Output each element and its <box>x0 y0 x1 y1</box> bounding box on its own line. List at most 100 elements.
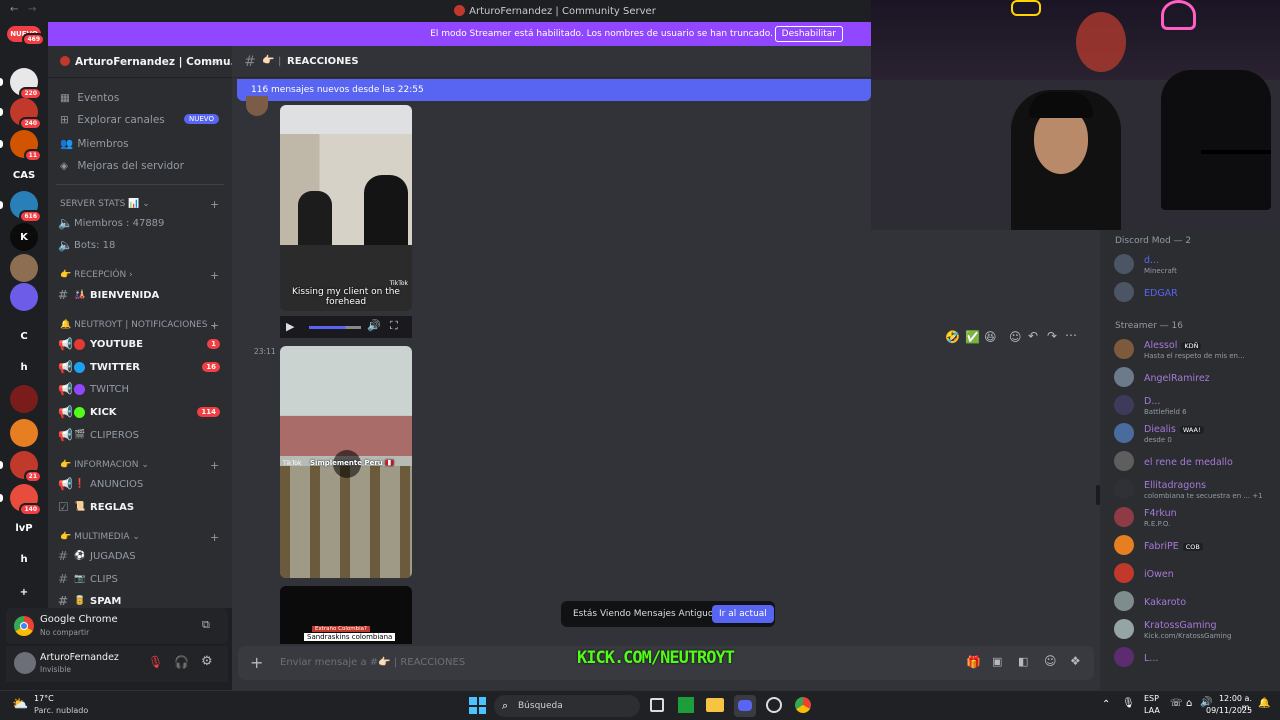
add-channel-icon[interactable]: + <box>210 319 219 332</box>
add-channel-icon[interactable]: + <box>210 459 219 472</box>
fullscreen-icon[interactable]: ⛶ <box>390 319 398 333</box>
windows-start-icon[interactable] <box>469 697 486 714</box>
apps-icon[interactable]: ❖ <box>1070 654 1081 668</box>
channel-bots-stat[interactable]: 🔈 Bots: 18 <box>58 235 224 255</box>
server-icon[interactable]: CAS <box>10 161 38 189</box>
member-item[interactable]: Ellitadragons colombiana te secuestra en … <box>1114 477 1276 501</box>
mic-muted-icon[interactable]: 🎙 <box>148 655 163 669</box>
nav-server-boosts[interactable]: ◈ Mejoras del servidor <box>60 160 184 172</box>
avatar[interactable] <box>14 652 36 674</box>
video-attachment[interactable]: Kissing my client on the forehead TikTok <box>280 105 412 311</box>
check-emoji-icon[interactable]: ✅ <box>965 330 980 344</box>
chrome-taskbar-icon[interactable] <box>795 697 811 713</box>
category-multimedia[interactable]: 👉 MULTIMEDIA ⌄ + <box>60 531 219 544</box>
message-input[interactable]: Enviar mensaje a #👉🏻 | REACCIONES <box>280 657 580 668</box>
more-icon[interactable]: ⋯ <box>1065 328 1077 342</box>
nav-members[interactable]: 👥 Miembros <box>60 137 129 150</box>
new-messages-bar[interactable]: 116 mensajes nuevos desde las 22:55 <box>237 79 871 101</box>
weather-icon[interactable]: ⛅ <box>12 697 28 712</box>
member-item[interactable]: Alessol KDÑ Hasta el respeto de mis en... <box>1114 337 1276 361</box>
channel-kick[interactable]: 📢 KICK 114 <box>58 402 224 422</box>
server-icon[interactable] <box>10 385 38 413</box>
server-icon[interactable]: NUEVO469 <box>7 26 45 46</box>
server-icon[interactable]: 616 <box>0 191 42 223</box>
gear-icon[interactable]: ⚙ <box>201 654 213 669</box>
gif-icon[interactable]: ▣ <box>992 655 1002 668</box>
server-icon[interactable]: h <box>10 353 38 381</box>
jump-to-present-button[interactable]: Ir al actual <box>712 605 774 623</box>
server-icon[interactable]: + <box>10 578 38 606</box>
member-item[interactable]: d... Minecraft <box>1114 252 1276 276</box>
channel-anuncios[interactable]: 📢 ❗ ANUNCIOS <box>58 474 224 494</box>
channel-cliperos[interactable]: 📢 🎬 CLIPEROS <box>58 425 224 445</box>
add-channel-icon[interactable]: + <box>210 531 219 544</box>
notification-bell-icon[interactable]: 🔔 <box>1258 698 1270 709</box>
channel-reglas[interactable]: ☑ 📜 REGLAS <box>58 497 224 517</box>
category-informacion[interactable]: 👉 INFORMACION ⌄ + <box>60 459 219 472</box>
add-channel-icon[interactable]: + <box>210 198 219 211</box>
server-icon[interactable]: 21 <box>0 451 42 483</box>
discord-taskbar-icon[interactable] <box>734 695 756 717</box>
server-icon[interactable]: 240 <box>0 98 42 130</box>
server-icon[interactable]: C <box>10 322 38 350</box>
channel-clips[interactable]: # 📷 CLIPS <box>58 569 224 589</box>
progress-bar[interactable] <box>309 326 361 329</box>
phone-icon[interactable]: ☏ <box>1170 698 1183 709</box>
video-attachment[interactable]: Extraño Colombia? Sandraskins colombiana <box>280 586 412 644</box>
headphones-deafened-icon[interactable]: 🎧 <box>174 655 189 669</box>
member-item[interactable]: F4rkun R.E.P.O. <box>1114 505 1276 529</box>
member-item[interactable]: KratossGaming Kick.com/KratossGaming <box>1114 617 1276 641</box>
play-icon[interactable]: ▶ <box>286 320 294 333</box>
channel-twitch[interactable]: 📢 TWITCH <box>58 379 224 399</box>
server-icon[interactable]: 140 <box>0 484 42 516</box>
video-attachment[interactable]: Simplemente Perú 🇵🇪 TikTok <box>280 346 412 578</box>
member-item[interactable]: AngelRamirez <box>1114 365 1276 389</box>
member-item[interactable]: D... Battlefield 6 <box>1114 393 1276 417</box>
obs-icon[interactable] <box>766 697 782 713</box>
server-icon[interactable] <box>10 254 38 282</box>
xbox-app-icon[interactable] <box>678 697 694 713</box>
category-recepcion[interactable]: 👉 RECEPCIÓN › + <box>60 269 219 282</box>
server-icon[interactable] <box>10 419 38 447</box>
member-item[interactable]: iOwen <box>1114 561 1276 585</box>
server-icon[interactable]: h <box>10 545 38 573</box>
category-server-stats[interactable]: SERVER STATS 📊 ⌄ + <box>60 198 219 211</box>
add-reaction-icon[interactable]: ☺ <box>1009 330 1022 344</box>
channel-members-stat[interactable]: 🔈 Miembros : 47889 <box>58 213 224 233</box>
mic-icon[interactable]: 🎙 <box>1122 698 1135 709</box>
member-item[interactable]: L... <box>1114 645 1276 669</box>
member-item[interactable]: Kakaroto <box>1114 589 1276 613</box>
sticker-icon[interactable]: ◧ <box>1018 655 1028 668</box>
server-icon[interactable]: 11 <box>0 130 42 162</box>
reply-icon[interactable]: ↶ <box>1028 329 1038 343</box>
server-icon[interactable] <box>10 283 38 311</box>
member-item[interactable]: FabriPE COB <box>1114 533 1276 557</box>
gift-icon[interactable]: 🎁 <box>966 655 981 669</box>
smile-emoji-icon[interactable]: 😆 <box>984 330 997 344</box>
member-item[interactable]: EDGAR <box>1114 280 1276 304</box>
nav-events[interactable]: ▦ Eventos <box>60 92 119 104</box>
nav-browse-channels[interactable]: ⊞ Explorar canales NUEVO <box>60 114 219 126</box>
add-attachment-icon[interactable]: + <box>250 653 263 672</box>
server-name-header[interactable]: ArturoFernandez | Commu... ⌄ <box>48 46 242 78</box>
channel-youtube[interactable]: 📢 YOUTUBE 1 <box>58 334 224 354</box>
member-item[interactable]: Diealis WAA! desde 0 <box>1114 421 1276 445</box>
file-explorer-icon[interactable] <box>706 698 724 712</box>
screen-share-icon[interactable]: ⧉ <box>202 618 210 632</box>
language-indicator[interactable]: ESP <box>1144 694 1159 703</box>
server-icon[interactable]: 220 <box>0 68 42 100</box>
category-notificaciones[interactable]: 🔔 NEUTROYT | NOTIFICACIONES ⌄ + <box>60 319 219 332</box>
taskbar-search[interactable]: ⌕ Búsqueda <box>494 695 640 717</box>
add-channel-icon[interactable]: + <box>210 269 219 282</box>
clock-date[interactable]: 09/11/2025 <box>1206 706 1252 715</box>
emoji-icon[interactable]: ☺ <box>1044 654 1057 668</box>
server-icon[interactable]: lvP <box>10 514 38 542</box>
channel-jugadas[interactable]: # ⚽ JUGADAS <box>58 546 224 566</box>
channel-bienvenida[interactable]: # 🎎 BIENVENIDA <box>58 285 224 305</box>
network-icon[interactable]: ⌂ <box>1186 698 1192 709</box>
forward-icon[interactable]: ↷ <box>1047 329 1057 343</box>
server-icon[interactable]: K <box>10 223 38 251</box>
volume-icon[interactable]: 🔊 <box>367 319 381 332</box>
channel-twitter[interactable]: 📢 TWITTER 16 <box>58 357 224 377</box>
task-view-icon[interactable] <box>650 698 664 712</box>
